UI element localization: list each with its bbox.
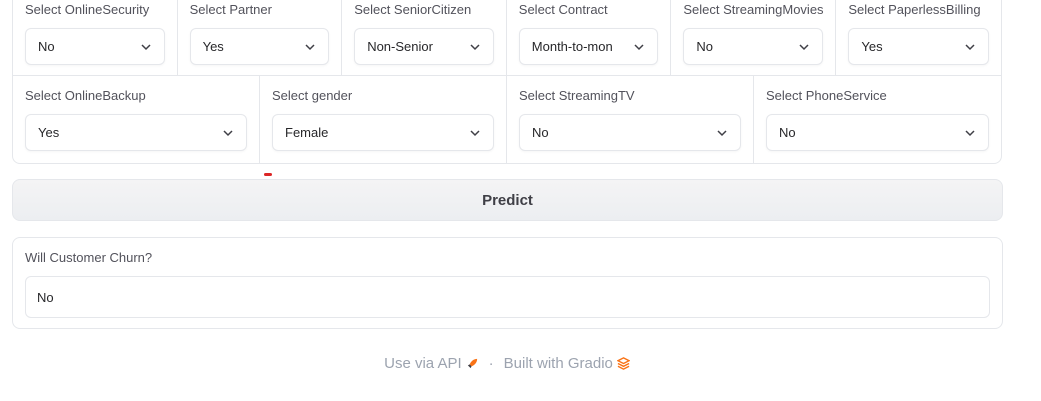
output-textbox[interactable]: No — [25, 276, 990, 318]
dropdown-value: No — [532, 125, 549, 140]
paperless-billing-dropdown[interactable]: Yes — [848, 28, 989, 65]
chevron-down-icon — [965, 43, 975, 50]
field-label: Select gender — [272, 88, 353, 103]
field-label: Select Contract — [518, 2, 608, 17]
field-streaming-tv: Select StreamingTV No — [507, 76, 754, 163]
field-online-backup: Select OnlineBackup Yes — [13, 76, 260, 163]
dropdown-value: No — [38, 39, 55, 54]
use-via-api-link[interactable]: Use via API — [384, 355, 462, 372]
chevron-down-icon — [141, 43, 151, 50]
dropdown-value: No — [779, 125, 796, 140]
dropdown-row-1: Select OnlineSecurity No Select Partner … — [13, 0, 1001, 76]
dropdown-value: Non-Senior — [367, 39, 433, 54]
chevron-down-icon — [223, 129, 233, 136]
field-online-security: Select OnlineSecurity No — [13, 0, 178, 75]
online-backup-dropdown[interactable]: Yes — [25, 114, 247, 151]
dropdown-value: Yes — [38, 125, 60, 140]
field-label: Select SeniorCitizen — [354, 2, 472, 17]
online-security-dropdown[interactable]: No — [25, 28, 165, 65]
chevron-down-icon — [470, 129, 480, 136]
field-gender: Select gender Female — [260, 76, 507, 163]
output-panel: Will Customer Churn? No — [12, 237, 1003, 329]
field-partner: Select Partner Yes — [178, 0, 343, 75]
rocket-icon — [467, 358, 477, 369]
field-label: Select Partner — [189, 2, 272, 17]
senior-citizen-dropdown[interactable]: Non-Senior — [354, 28, 494, 65]
chevron-down-icon — [305, 43, 315, 50]
footer: Use via API · Built with Gradio — [0, 355, 1014, 372]
footer-separator: · — [488, 355, 494, 372]
gender-dropdown[interactable]: Female — [272, 114, 494, 151]
predict-button[interactable]: Predict — [12, 179, 1003, 221]
field-label: Select StreamingMovies — [683, 2, 824, 17]
dropdown-value: Month-to-mon — [531, 39, 613, 54]
field-label: Select PhoneService — [766, 88, 887, 103]
field-senior-citizen: Select SeniorCitizen Non-Senior — [342, 0, 507, 75]
field-paperless-billing: Select PaperlessBilling Yes — [836, 0, 1001, 75]
dropdown-value: No — [696, 39, 713, 54]
field-label: Select StreamingTV — [519, 88, 635, 103]
partner-dropdown[interactable]: Yes — [189, 28, 330, 65]
streaming-tv-dropdown[interactable]: No — [519, 114, 741, 151]
inputs-panel: Select OnlineSecurity No Select Partner … — [12, 0, 1002, 164]
chevron-down-icon — [470, 43, 480, 50]
field-phone-service: Select PhoneService No — [754, 76, 1001, 163]
annotation-mark — [264, 173, 272, 176]
dropdown-value: Yes — [861, 39, 883, 54]
chevron-down-icon — [799, 43, 809, 50]
gradio-logo-icon — [616, 357, 630, 370]
field-label: Select OnlineBackup — [25, 88, 146, 103]
output-label: Will Customer Churn? — [25, 250, 153, 265]
field-label: Select OnlineSecurity — [25, 2, 150, 17]
chevron-down-icon — [634, 43, 644, 50]
streaming-movies-dropdown[interactable]: No — [683, 28, 824, 65]
dropdown-value: Female — [285, 125, 329, 140]
chevron-down-icon — [965, 129, 975, 136]
built-with-gradio-link[interactable]: Built with Gradio — [504, 355, 613, 372]
contract-dropdown[interactable]: Month-to-mon — [518, 28, 659, 65]
dropdown-row-2: Select OnlineBackup Yes Select gender Fe… — [13, 76, 1001, 163]
field-label: Select PaperlessBilling — [848, 2, 981, 17]
dropdown-value: Yes — [202, 39, 224, 54]
chevron-down-icon — [717, 129, 727, 136]
phone-service-dropdown[interactable]: No — [766, 114, 989, 151]
field-streaming-movies: Select StreamingMovies No — [671, 0, 837, 75]
field-contract: Select Contract Month-to-mon — [507, 0, 672, 75]
